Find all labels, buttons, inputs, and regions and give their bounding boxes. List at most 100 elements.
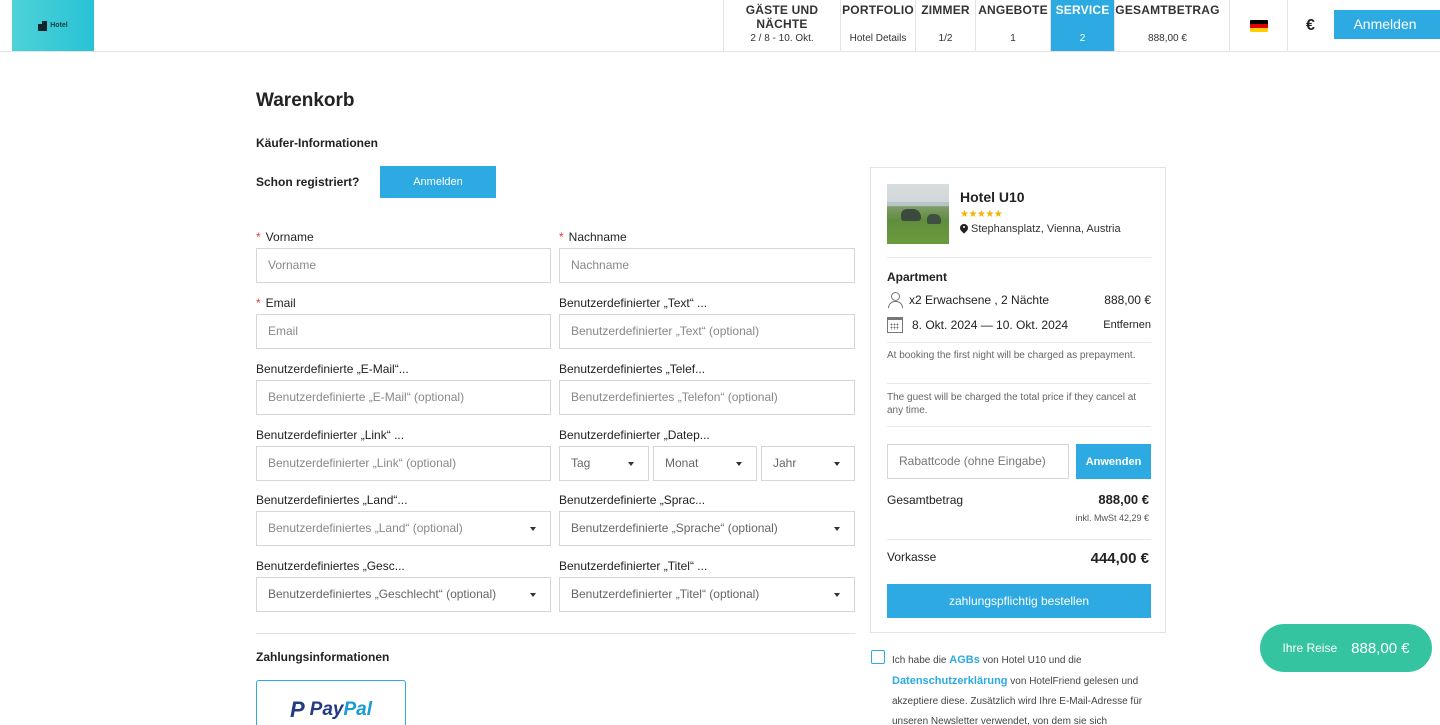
terms-text: Ich habe die AGBs von Hotel U10 und die … bbox=[892, 654, 1143, 725]
custom-country-label: Benutzerdefiniertes „Land“... bbox=[256, 493, 408, 507]
lastname-input[interactable]: Nachname bbox=[559, 248, 855, 283]
payment-info-heading: Zahlungsinformationen bbox=[256, 650, 390, 664]
vat-text: inkl. MwSt 42,29 € bbox=[1075, 513, 1149, 523]
custom-phone-input[interactable]: Benutzerdefiniertes „Telefon“ (optional) bbox=[559, 380, 855, 415]
custom-text-label: Benutzerdefinierter „Text“ ... bbox=[559, 296, 708, 310]
step-value: 1/2 bbox=[938, 33, 953, 44]
prepayment-label: Vorkasse bbox=[887, 550, 937, 564]
dates-text: 8. Okt. 2024 — 10. Okt. 2024 bbox=[912, 318, 1069, 332]
custom-gender-label: Benutzerdefiniertes „Gesc... bbox=[256, 559, 405, 573]
custom-title-label: Benutzerdefinierter „Titel“ ... bbox=[559, 559, 708, 573]
german-flag-icon bbox=[1249, 19, 1268, 32]
paypal-option[interactable]: P PayPal bbox=[256, 680, 406, 725]
email-input[interactable]: Email bbox=[256, 314, 551, 349]
location-pin-icon bbox=[960, 224, 968, 235]
dates-row: 8. Okt. 2024 — 10. Okt. 2024 Entfernen bbox=[887, 317, 1151, 333]
step-title: ANGEBOTE bbox=[978, 3, 1048, 17]
step-title: GESAMTBETRAG bbox=[1115, 3, 1220, 17]
custom-email-input[interactable]: Benutzerdefinierte „E-Mail“ (optional) bbox=[256, 380, 551, 415]
hotel-name: Hotel U10 bbox=[960, 189, 1025, 205]
custom-email-label: Benutzerdefinierte „E-Mail“... bbox=[256, 362, 409, 376]
step-guests-nights[interactable]: GÄSTE UND NÄCHTE 2 / 8 - 10. Okt. bbox=[723, 0, 840, 51]
top-navigation-bar: Hotel GÄSTE UND NÄCHTE 2 / 8 - 10. Okt. … bbox=[0, 0, 1440, 52]
step-title: PORTFOLIO bbox=[842, 3, 914, 17]
agb-link[interactable]: AGBs bbox=[949, 654, 980, 666]
guests-row: x2 Erwachsene , 2 Nächte 888,00 € bbox=[887, 292, 1151, 308]
step-rooms[interactable]: ZIMMER 1/2 bbox=[915, 0, 975, 51]
card-divider bbox=[887, 257, 1151, 258]
step-service[interactable]: SERVICE 2 bbox=[1050, 0, 1114, 51]
firstname-label: * Vorname bbox=[256, 230, 314, 244]
step-offers[interactable]: ANGEBOTE 1 bbox=[975, 0, 1050, 51]
cancellation-note: The guest will be charged the total pric… bbox=[887, 392, 1137, 416]
step-title: GÄSTE UND NÄCHTE bbox=[745, 3, 819, 31]
custom-title-select[interactable]: Benutzerdefinierter „Titel“ (optional) bbox=[559, 577, 855, 612]
page-title: Warenkorb bbox=[256, 90, 355, 111]
step-title: ZIMMER bbox=[921, 3, 970, 17]
header-login-button[interactable]: Anmelden bbox=[1334, 10, 1440, 39]
room-price: 888,00 € bbox=[1104, 293, 1151, 307]
card-divider bbox=[887, 539, 1151, 540]
custom-gender-select[interactable]: Benutzerdefiniertes „Geschlecht“ (option… bbox=[256, 577, 551, 612]
firstname-input[interactable]: Vorname bbox=[256, 248, 551, 283]
logo-icon bbox=[38, 20, 48, 31]
terms-checkbox[interactable] bbox=[871, 650, 885, 664]
person-icon bbox=[887, 292, 903, 308]
step-total[interactable]: GESAMTBETRAG 888,00 € bbox=[1114, 0, 1220, 51]
custom-text-input[interactable]: Benutzerdefinierter „Text“ (optional) bbox=[559, 314, 855, 349]
trip-total-button[interactable]: Ihre Reise 888,00 € bbox=[1260, 624, 1432, 672]
guests-text: x2 Erwachsene , 2 Nächte bbox=[909, 293, 1050, 307]
custom-language-label: Benutzerdefinierte „Sprac... bbox=[559, 493, 706, 507]
total-label: Gesamtbetrag bbox=[887, 493, 964, 507]
custom-language-select[interactable]: Benutzerdefinierte „Sprache“ (optional) bbox=[559, 511, 855, 546]
paypal-icon: P bbox=[289, 697, 305, 722]
step-title: SERVICE bbox=[1055, 3, 1110, 17]
custom-link-label: Benutzerdefinierter „Link“ ... bbox=[256, 428, 405, 442]
card-divider bbox=[887, 426, 1151, 427]
step-value: 2 bbox=[1079, 33, 1086, 44]
hotel-stars: ★★★★★ bbox=[960, 209, 1003, 220]
step-value: 888,00 € bbox=[1148, 33, 1187, 44]
apply-coupon-button[interactable]: Anwenden bbox=[1076, 444, 1151, 479]
paypal-logo-text: PayPal bbox=[309, 699, 373, 720]
required-mark: * bbox=[559, 230, 564, 244]
hotel-logo[interactable]: Hotel bbox=[12, 0, 94, 51]
total-value: 888,00 € bbox=[1098, 492, 1149, 507]
prepayment-value: 444,00 € bbox=[1090, 550, 1149, 567]
logo-text: Hotel bbox=[50, 22, 68, 29]
room-type: Apartment bbox=[887, 270, 948, 284]
date-day-select[interactable]: Tag bbox=[559, 446, 649, 481]
already-registered-label: Schon registriert? bbox=[256, 175, 360, 189]
prepayment-note: At booking the first night will be charg… bbox=[887, 350, 1136, 361]
email-label: * Email bbox=[256, 296, 296, 310]
step-value: 1 bbox=[1010, 33, 1016, 44]
booking-summary-card: Hotel U10 ★★★★★ Stephansplatz, Vienna, A… bbox=[870, 167, 1166, 633]
calendar-icon bbox=[887, 317, 903, 333]
date-month-select[interactable]: Monat bbox=[653, 446, 757, 481]
currency-selector[interactable]: € bbox=[1287, 0, 1333, 51]
trip-value: 888,00 € bbox=[1351, 639, 1410, 657]
language-selector[interactable] bbox=[1229, 0, 1287, 51]
custom-link-input[interactable]: Benutzerdefinierter „Link“ (optional) bbox=[256, 446, 551, 481]
lastname-label: * Nachname bbox=[559, 230, 627, 244]
custom-date-label: Benutzerdefinierter „Datep... bbox=[559, 428, 710, 442]
custom-phone-label: Benutzerdefiniertes „Telef... bbox=[559, 362, 706, 376]
required-mark: * bbox=[256, 296, 261, 310]
step-value: 2 / 8 - 10. Okt. bbox=[750, 33, 814, 44]
booking-steps: GÄSTE UND NÄCHTE 2 / 8 - 10. Okt. PORTFO… bbox=[723, 0, 1220, 51]
step-value: Hotel Details bbox=[849, 33, 907, 44]
place-order-button[interactable]: zahlungspflichtig bestellen bbox=[887, 584, 1151, 618]
card-divider bbox=[887, 342, 1151, 343]
coupon-input[interactable]: Rabattcode (ohne Eingabe) bbox=[887, 444, 1069, 479]
custom-country-select[interactable]: Benutzerdefiniertes „Land“ (optional) bbox=[256, 511, 551, 546]
buyer-info-heading: Käufer-Informationen bbox=[256, 136, 379, 150]
date-year-select[interactable]: Jahr bbox=[761, 446, 855, 481]
login-button[interactable]: Anmelden bbox=[380, 166, 496, 198]
remove-link[interactable]: Entfernen bbox=[1103, 319, 1151, 331]
required-mark: * bbox=[256, 230, 261, 244]
hotel-image bbox=[887, 184, 949, 244]
section-divider bbox=[256, 633, 855, 634]
trip-label: Ihre Reise bbox=[1282, 641, 1338, 655]
privacy-link[interactable]: Datenschutzerklärung bbox=[892, 675, 1008, 687]
step-portfolio[interactable]: PORTFOLIO Hotel Details bbox=[840, 0, 915, 51]
